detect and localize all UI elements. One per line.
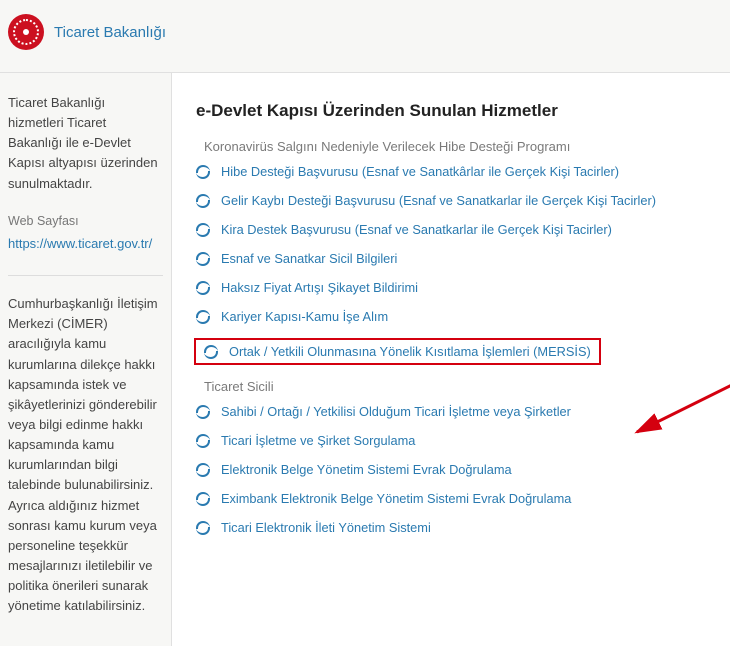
service-link[interactable]: Haksız Fiyat Artışı Şikayet Bildirimi — [221, 280, 418, 295]
header-title: Ticaret Bakanlığı — [54, 24, 166, 41]
web-link[interactable]: https://www.ticaret.gov.tr/ — [8, 234, 163, 254]
service-item: Kariyer Kapısı-Kamu İşe Alım — [196, 309, 720, 324]
service-link[interactable]: Hibe Desteği Başvurusu (Esnaf ve Sanatkâ… — [221, 164, 619, 179]
refresh-icon — [196, 223, 211, 237]
service-item: Hibe Desteği Başvurusu (Esnaf ve Sanatkâ… — [196, 164, 720, 179]
highlighted-service: Ortak / Yetkili Olunmasına Yönelik Kısıt… — [194, 338, 601, 365]
service-link[interactable]: Esnaf ve Sanatkar Sicil Bilgileri — [221, 251, 397, 266]
service-item: Ortak / Yetkili Olunmasına Yönelik Kısıt… — [196, 338, 720, 365]
services-container: Koronavirüs Salgını Nedeniyle Verilecek … — [196, 139, 720, 535]
refresh-icon — [196, 310, 211, 324]
layout: Ticaret Bakanlığı hizmetleri Ticaret Bak… — [0, 73, 730, 646]
service-item: Kira Destek Başvurusu (Esnaf ve Sanatkar… — [196, 222, 720, 237]
service-link[interactable]: Eximbank Elektronik Belge Yönetim Sistem… — [221, 491, 571, 506]
service-item: Esnaf ve Sanatkar Sicil Bilgileri — [196, 251, 720, 266]
web-label: Web Sayfası — [8, 214, 163, 228]
service-link[interactable]: Elektronik Belge Yönetim Sistemi Evrak D… — [221, 462, 512, 477]
service-link[interactable]: Ortak / Yetkili Olunmasına Yönelik Kısıt… — [229, 344, 591, 359]
refresh-icon — [196, 434, 211, 448]
service-link[interactable]: Sahibi / Ortağı / Yetkilisi Olduğum Tica… — [221, 404, 571, 419]
service-link[interactable]: Ticari Elektronik İleti Yönetim Sistemi — [221, 520, 431, 535]
refresh-icon — [196, 194, 211, 208]
service-link[interactable]: Gelir Kaybı Desteği Başvurusu (Esnaf ve … — [221, 193, 656, 208]
header: Ticaret Bakanlığı — [0, 0, 730, 73]
service-item: Elektronik Belge Yönetim Sistemi Evrak D… — [196, 462, 720, 477]
service-item: Sahibi / Ortağı / Yetkilisi Olduğum Tica… — [196, 404, 720, 419]
page-title: e-Devlet Kapısı Üzerinden Sunulan Hizmet… — [196, 101, 720, 121]
service-link[interactable]: Kariyer Kapısı-Kamu İşe Alım — [221, 309, 388, 324]
group-title: Koronavirüs Salgını Nedeniyle Verilecek … — [204, 139, 720, 154]
refresh-icon — [196, 405, 211, 419]
refresh-icon — [196, 281, 211, 295]
refresh-icon — [196, 492, 211, 506]
sidebar-intro: Ticaret Bakanlığı hizmetleri Ticaret Bak… — [8, 93, 163, 194]
refresh-icon — [196, 521, 211, 535]
service-item: Eximbank Elektronik Belge Yönetim Sistem… — [196, 491, 720, 506]
group-title: Ticaret Sicili — [204, 379, 720, 394]
service-item: Gelir Kaybı Desteği Başvurusu (Esnaf ve … — [196, 193, 720, 208]
sidebar: Ticaret Bakanlığı hizmetleri Ticaret Bak… — [0, 73, 172, 646]
service-link[interactable]: Kira Destek Başvurusu (Esnaf ve Sanatkar… — [221, 222, 612, 237]
ministry-logo — [8, 14, 44, 50]
refresh-icon — [196, 252, 211, 266]
refresh-icon — [196, 463, 211, 477]
service-link[interactable]: Ticari İşletme ve Şirket Sorgulama — [221, 433, 415, 448]
refresh-icon — [204, 345, 219, 359]
main: e-Devlet Kapısı Üzerinden Sunulan Hizmet… — [172, 73, 730, 646]
service-item: Haksız Fiyat Artışı Şikayet Bildirimi — [196, 280, 720, 295]
refresh-icon — [196, 165, 211, 179]
service-item: Ticari Elektronik İleti Yönetim Sistemi — [196, 520, 720, 535]
sidebar-cimer: Cumhurbaşkanlığı İletişim Merkezi (CİMER… — [8, 294, 163, 616]
sidebar-divider — [8, 275, 163, 276]
service-item: Ticari İşletme ve Şirket Sorgulama — [196, 433, 720, 448]
